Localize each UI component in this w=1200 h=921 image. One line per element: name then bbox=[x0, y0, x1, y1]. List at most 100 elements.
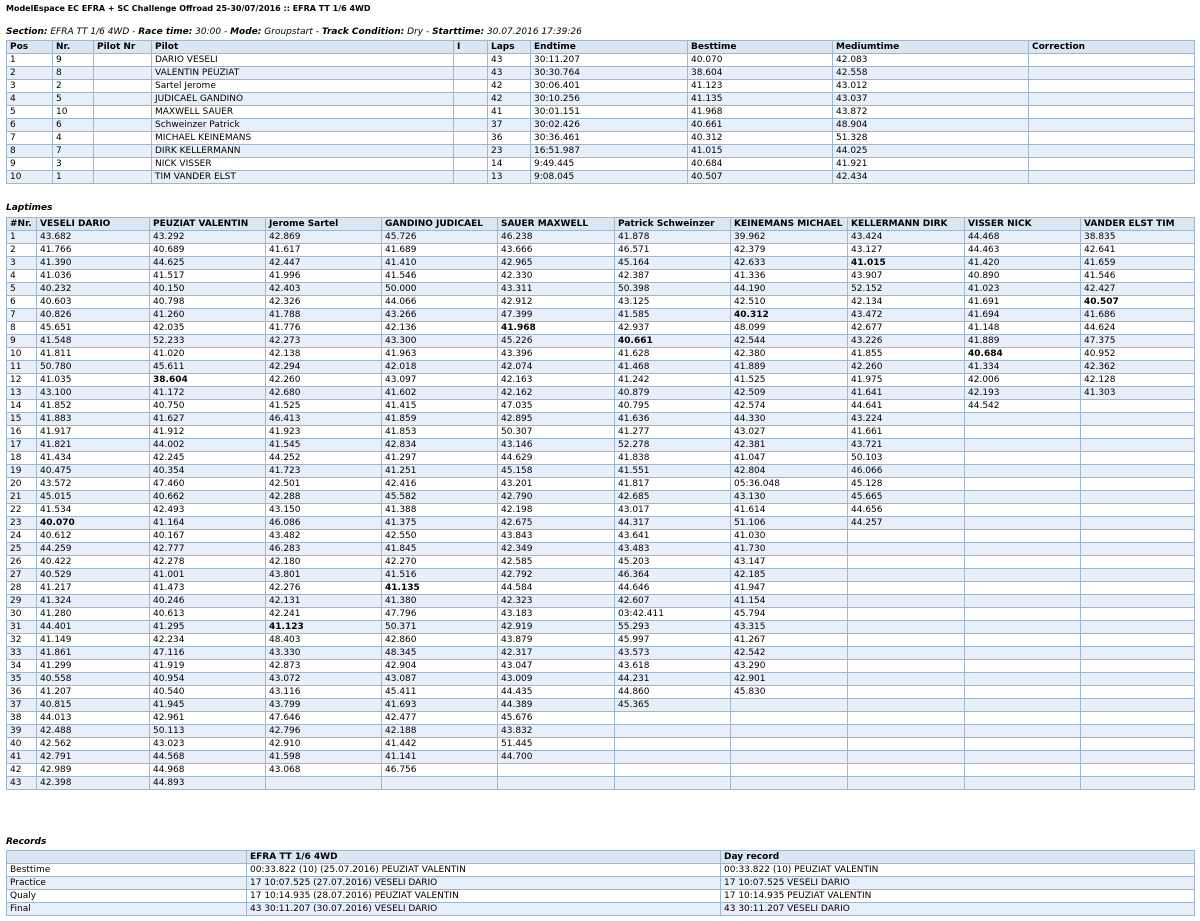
lap-number-cell: 31 bbox=[6, 620, 37, 634]
mode-label: Mode: bbox=[230, 27, 262, 37]
results-cell: 30:02.426 bbox=[530, 118, 688, 132]
results-cell bbox=[453, 53, 488, 67]
table-row: Qualy 17 10:14.935 (28.07.2016) PEUZIAT V… bbox=[6, 889, 1195, 903]
records-cell: Final bbox=[6, 902, 247, 916]
lap-time-cell bbox=[964, 763, 1081, 777]
lap-time-cell: 43.618 bbox=[614, 659, 731, 673]
best-lap-cell: 40.070 bbox=[36, 516, 150, 530]
lap-time-cell: 43.068 bbox=[265, 763, 382, 777]
lap-time-cell: 44.252 bbox=[265, 451, 382, 465]
lap-time-cell: 45.411 bbox=[381, 685, 498, 699]
lap-time-cell: 42.278 bbox=[149, 555, 266, 569]
laptimes-column-header: VANDER ELST TIM bbox=[1080, 217, 1195, 231]
table-row: 31 44.401 41.295 41.123 50.371 42.919 55.293 43… bbox=[6, 620, 1195, 634]
lap-time-cell: 43.201 bbox=[497, 477, 615, 491]
table-row: 36 41.207 40.540 43.116 45.411 44.435 44.860 45… bbox=[6, 685, 1195, 699]
lap-time-cell: 41.852 bbox=[36, 399, 150, 413]
table-row: 9 41.548 52.233 42.273 43.300 45.226 40.661 42.… bbox=[6, 334, 1195, 348]
lap-time-cell: 43.224 bbox=[847, 412, 965, 426]
lap-time-cell bbox=[964, 438, 1081, 452]
lap-time-cell: 40.662 bbox=[149, 490, 266, 504]
lap-time-cell bbox=[964, 542, 1081, 556]
lap-time-cell bbox=[847, 659, 965, 673]
lap-time-cell bbox=[847, 594, 965, 608]
lap-time-cell: 40.529 bbox=[36, 568, 150, 582]
lap-time-cell: 42.796 bbox=[265, 724, 382, 738]
results-cell: 40.507 bbox=[687, 170, 833, 184]
results-cell: Schweinzer Patrick bbox=[151, 118, 454, 132]
results-cell: 8 bbox=[52, 66, 94, 80]
lap-time-cell bbox=[847, 711, 965, 725]
lap-time-cell: 42.136 bbox=[381, 321, 498, 335]
lap-time-cell: 43.183 bbox=[497, 607, 615, 621]
lap-time-cell bbox=[847, 685, 965, 699]
lap-time-cell: 44.066 bbox=[381, 295, 498, 309]
track-condition-value: Dry bbox=[407, 27, 424, 37]
lap-time-cell bbox=[1080, 490, 1195, 504]
lap-number-cell: 34 bbox=[6, 659, 37, 673]
lap-time-cell bbox=[1080, 750, 1195, 764]
lap-number-cell: 43 bbox=[6, 776, 37, 790]
lap-time-cell bbox=[847, 581, 965, 595]
lap-time-cell bbox=[847, 776, 965, 790]
lap-number-cell: 11 bbox=[6, 360, 37, 374]
lap-time-cell: 41.636 bbox=[614, 412, 731, 426]
lap-time-cell: 42.550 bbox=[381, 529, 498, 543]
lap-time-cell: 42.381 bbox=[730, 438, 848, 452]
lap-time-cell: 43.097 bbox=[381, 373, 498, 387]
lap-time-cell: 50.307 bbox=[497, 425, 615, 439]
lap-time-cell bbox=[847, 646, 965, 660]
results-cell bbox=[1028, 131, 1195, 145]
lap-time-cell bbox=[1080, 477, 1195, 491]
lap-time-cell: 43.100 bbox=[36, 386, 150, 400]
lap-time-cell bbox=[847, 672, 965, 686]
lap-number-cell: 8 bbox=[6, 321, 37, 335]
laptimes-column-header: KELLERMANN DIRK bbox=[847, 217, 965, 231]
results-cell: VALENTIN PEUZIAT bbox=[151, 66, 454, 80]
table-row: 8 45.651 42.035 41.776 42.136 41.968 42.937 48.… bbox=[6, 321, 1195, 335]
lap-number-cell: 4 bbox=[6, 269, 37, 283]
lap-time-cell bbox=[1080, 464, 1195, 478]
lap-time-cell: 41.217 bbox=[36, 581, 150, 595]
lap-time-cell: 41.336 bbox=[730, 269, 848, 283]
lap-time-cell: 45.830 bbox=[730, 685, 848, 699]
lap-time-cell: 42.509 bbox=[730, 386, 848, 400]
results-cell bbox=[453, 79, 488, 93]
results-cell bbox=[453, 131, 488, 145]
lap-time-cell: 42.790 bbox=[497, 490, 615, 504]
lap-time-cell: 42.427 bbox=[1080, 282, 1195, 296]
table-row: 18 41.434 42.245 44.252 41.297 44.629 41.838 41… bbox=[6, 451, 1195, 465]
lap-time-cell: 42.477 bbox=[381, 711, 498, 725]
table-row: 22 41.534 42.493 43.150 41.388 42.198 43.017 41… bbox=[6, 503, 1195, 517]
lap-time-cell: 43.483 bbox=[614, 542, 731, 556]
results-cell: 10 bbox=[52, 105, 94, 119]
results-cell: 43 bbox=[487, 53, 531, 67]
best-lap-cell: 40.661 bbox=[614, 334, 731, 348]
lap-time-cell bbox=[847, 542, 965, 556]
lap-number-cell: 7 bbox=[6, 308, 37, 322]
lap-time-cell bbox=[1080, 607, 1195, 621]
table-row: 27 40.529 41.001 43.801 41.516 42.792 46.364 42… bbox=[6, 568, 1195, 582]
lap-time-cell bbox=[847, 633, 965, 647]
lap-time-cell: 41.691 bbox=[964, 295, 1081, 309]
lap-time-cell bbox=[847, 750, 965, 764]
table-row: 40 42.562 43.023 42.910 41.442 51.445 bbox=[6, 737, 1195, 751]
lap-time-cell: 41.516 bbox=[381, 568, 498, 582]
lap-time-cell bbox=[1080, 555, 1195, 569]
lap-time-cell: 40.150 bbox=[149, 282, 266, 296]
lap-time-cell: 44.542 bbox=[964, 399, 1081, 413]
table-row: 7 40.826 41.260 41.788 43.266 47.399 41.585 40.… bbox=[6, 308, 1195, 322]
table-row: 10 41.811 41.020 42.138 41.963 43.396 41.628 42… bbox=[6, 347, 1195, 361]
lap-time-cell: 43.311 bbox=[497, 282, 615, 296]
results-cell: 40.070 bbox=[687, 53, 833, 67]
lap-time-cell bbox=[964, 633, 1081, 647]
lap-time-cell: 41.164 bbox=[149, 516, 266, 530]
lap-number-cell: 3 bbox=[6, 256, 37, 270]
lap-time-cell: 40.613 bbox=[149, 607, 266, 621]
lap-time-cell: 42.501 bbox=[265, 477, 382, 491]
results-cell: 3 bbox=[52, 157, 94, 171]
lap-time-cell: 42.234 bbox=[149, 633, 266, 647]
table-row: 11 50.780 45.611 42.294 42.018 42.074 41.468 41… bbox=[6, 360, 1195, 374]
lap-time-cell bbox=[381, 776, 498, 790]
section-info: Section: EFRA TT 1/6 4WD - Race time: 30… bbox=[6, 27, 582, 37]
